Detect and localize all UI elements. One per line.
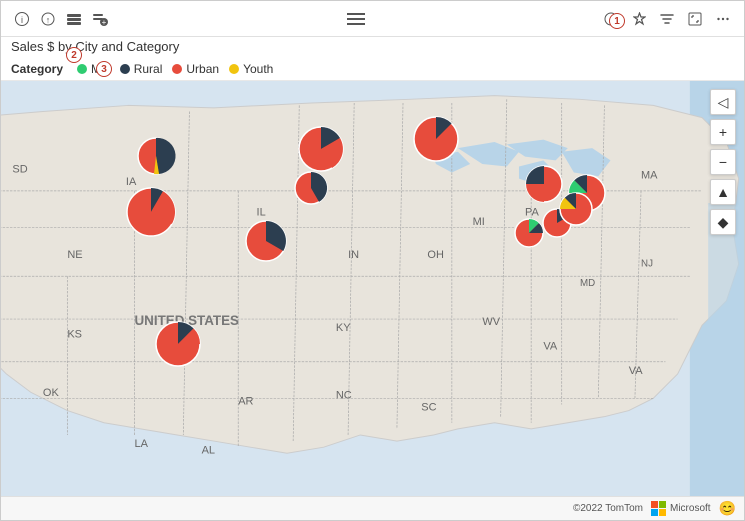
header-left-icons: i ↑ +	[11, 8, 111, 30]
more-icon[interactable]	[712, 8, 734, 30]
expand-icon[interactable]	[684, 8, 706, 30]
info-icon[interactable]: i	[11, 8, 33, 30]
svg-text:NJ: NJ	[641, 259, 653, 270]
pin-icon[interactable]	[628, 8, 650, 30]
legend-item-rural: Rural	[120, 62, 163, 76]
pie-marker-oh	[410, 113, 462, 165]
svg-text:LA: LA	[134, 438, 148, 450]
feedback-button[interactable]: 😊	[719, 500, 736, 517]
legend-item-youth: Youth	[229, 62, 273, 76]
svg-text:AR: AR	[238, 395, 253, 407]
add-layer-icon[interactable]: +	[89, 8, 111, 30]
pie-marker-ne	[123, 184, 179, 240]
legend-text-youth: Youth	[243, 62, 273, 76]
svg-text:KY: KY	[336, 322, 351, 334]
layers-icon[interactable]	[63, 8, 85, 30]
map-controls: ◁ + − ▲ ◆	[710, 89, 736, 235]
pie-marker-ia	[291, 168, 331, 208]
header-center	[343, 9, 369, 29]
legend-text-rural: Rural	[134, 62, 163, 76]
svg-text:↑: ↑	[46, 15, 51, 25]
svg-text:i: i	[21, 15, 23, 25]
microsoft-text: Microsoft	[670, 503, 711, 514]
hamburger-menu[interactable]	[343, 9, 369, 29]
legend-dot-urban	[172, 64, 182, 74]
widget-header: i ↑ + ↓	[1, 1, 744, 37]
svg-text:SC: SC	[421, 402, 436, 414]
navigate-button[interactable]: ◁	[710, 89, 736, 115]
legend-category-label: Category	[11, 62, 63, 76]
export-icon[interactable]: ↑	[37, 8, 59, 30]
svg-text:MI: MI	[473, 216, 485, 228]
legend-item-urban: Urban	[172, 62, 219, 76]
pie-marker-il	[242, 217, 290, 265]
chart-title: Sales $ by City and Category	[1, 37, 744, 58]
copyright-text: ©2022 TomTom	[573, 503, 643, 514]
zoom-in-button[interactable]: +	[710, 119, 736, 145]
legend-bar: Category Mix Rural Urban Youth	[1, 58, 744, 81]
pie-marker-pa2	[556, 189, 596, 229]
microsoft-logo: Microsoft	[651, 501, 711, 516]
svg-text:VA: VA	[629, 365, 644, 377]
svg-text:KS: KS	[67, 328, 82, 340]
svg-text:WV: WV	[482, 316, 500, 328]
legend-dot-youth	[229, 64, 239, 74]
callout-1: 1	[609, 13, 625, 29]
svg-text:AL: AL	[202, 444, 215, 456]
pie-marker-sd-ia	[134, 134, 178, 178]
svg-text:MD: MD	[580, 278, 595, 289]
callout-2: 2	[66, 47, 82, 63]
map-svg: SD IA IL NE KS IN OH MI PA MA MD NJ WV K…	[1, 81, 744, 496]
svg-text:MA: MA	[641, 170, 658, 182]
ms-squares	[651, 501, 666, 516]
reset-bearing-button[interactable]: ▲	[710, 179, 736, 205]
zoom-out-button[interactable]: −	[710, 149, 736, 175]
svg-text:SD: SD	[12, 164, 27, 176]
svg-text:OH: OH	[427, 249, 444, 261]
svg-text:NE: NE	[67, 249, 82, 261]
svg-text:OK: OK	[43, 387, 60, 399]
svg-text:IN: IN	[348, 249, 359, 261]
pie-marker-ar	[152, 318, 204, 370]
callout-3: 3	[96, 61, 112, 77]
legend-dot-mix	[77, 64, 87, 74]
legend-dot-rural	[120, 64, 130, 74]
widget-container: 1 2 3 i ↑ + ↓	[0, 0, 745, 521]
svg-text:VA: VA	[543, 341, 558, 353]
footer: ©2022 TomTom Microsoft 😊	[1, 496, 744, 520]
svg-text:NC: NC	[336, 389, 352, 401]
legend-text-urban: Urban	[186, 62, 219, 76]
reset-pitch-button[interactable]: ◆	[710, 209, 736, 235]
map-area[interactable]: SD IA IL NE KS IN OH MI PA MA MD NJ WV K…	[1, 81, 744, 496]
filter-icon[interactable]	[656, 8, 678, 30]
